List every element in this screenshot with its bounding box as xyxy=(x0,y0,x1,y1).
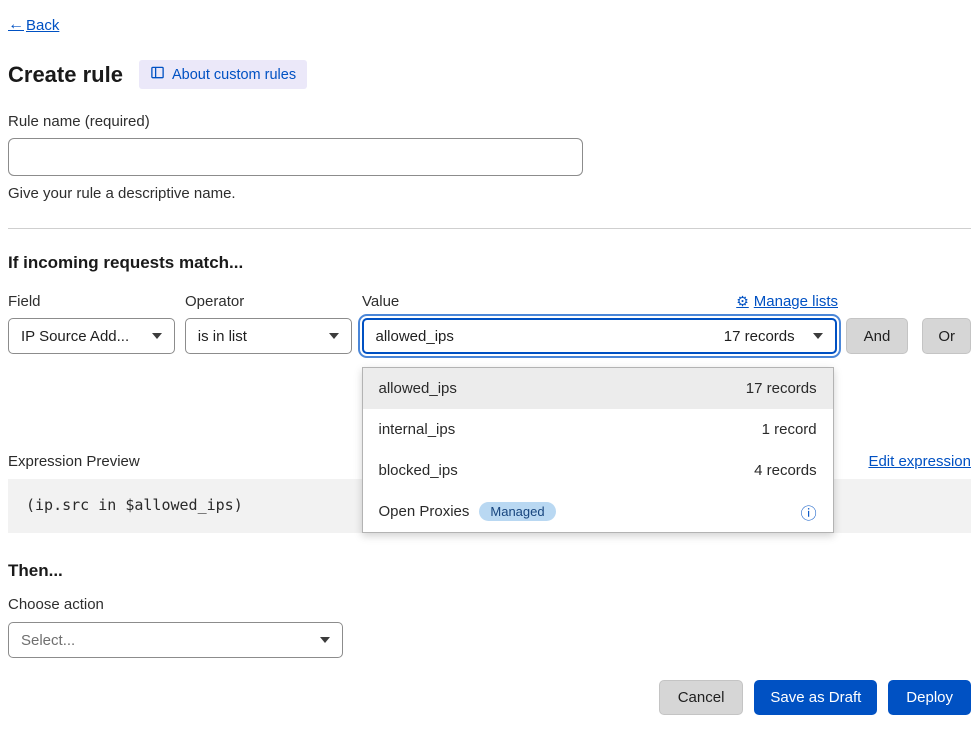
chevron-down-icon xyxy=(329,333,339,339)
operator-label: Operator xyxy=(185,293,352,310)
field-select-value: IP Source Add... xyxy=(21,328,129,345)
list-option-meta: 1 record xyxy=(762,421,817,438)
create-rule-page: ←Back Create rule About custom rules Rul… xyxy=(0,0,979,739)
match-labels-row: Field Operator Value ⚙ Manage lists xyxy=(8,293,971,310)
list-option-name: Open Proxies xyxy=(379,503,470,520)
list-option-meta: 4 records xyxy=(754,462,817,479)
match-section-heading: If incoming requests match... xyxy=(8,253,971,273)
list-option-open-proxies[interactable]: Open Proxies Managed ⓘ xyxy=(363,491,833,532)
value-select[interactable]: allowed_ips 17 records xyxy=(362,318,837,354)
rule-name-label: Rule name (required) xyxy=(8,113,971,130)
back-link[interactable]: ←Back xyxy=(8,16,59,34)
manage-lists-label: Manage lists xyxy=(754,293,838,310)
page-title: Create rule xyxy=(8,62,123,88)
list-option-name: allowed_ips xyxy=(379,380,457,397)
value-select-wrapper: allowed_ips 17 records allowed_ips 17 re… xyxy=(362,318,837,354)
chevron-down-icon xyxy=(320,637,330,643)
value-dropdown-menu: allowed_ips 17 records internal_ips 1 re… xyxy=(362,367,834,533)
deploy-button[interactable]: Deploy xyxy=(888,680,971,715)
about-link-label: About custom rules xyxy=(172,67,296,83)
value-select-meta: 17 records xyxy=(724,328,795,345)
or-button[interactable]: Or xyxy=(922,318,971,354)
choose-action-label: Choose action xyxy=(8,596,971,613)
field-label: Field xyxy=(8,293,175,310)
info-icon[interactable]: ⓘ xyxy=(801,500,817,524)
chevron-down-icon xyxy=(152,333,162,339)
list-option-name: blocked_ips xyxy=(379,462,458,479)
then-section-heading: Then... xyxy=(8,561,971,581)
list-option-internal-ips[interactable]: internal_ips 1 record xyxy=(363,409,833,450)
action-select-placeholder: Select... xyxy=(21,632,75,649)
list-option-meta: 17 records xyxy=(746,380,817,397)
book-icon xyxy=(150,65,165,84)
chevron-down-icon xyxy=(813,333,823,339)
footer-actions: Cancel Save as Draft Deploy xyxy=(8,680,971,715)
manage-lists-link[interactable]: ⚙ Manage lists xyxy=(736,293,838,310)
divider xyxy=(8,228,971,229)
gear-icon: ⚙ xyxy=(736,293,749,310)
expression-preview-label: Expression Preview xyxy=(8,453,140,470)
managed-badge: Managed xyxy=(479,502,555,521)
and-button[interactable]: And xyxy=(846,318,909,354)
field-select[interactable]: IP Source Add... xyxy=(8,318,175,354)
rule-name-helper: Give your rule a descriptive name. xyxy=(8,185,971,202)
operator-select-value: is in list xyxy=(198,328,247,345)
action-select[interactable]: Select... xyxy=(8,622,343,658)
edit-expression-link[interactable]: Edit expression xyxy=(868,453,971,470)
value-label: Value xyxy=(362,293,399,310)
match-controls-row: IP Source Add... is in list allowed_ips … xyxy=(8,318,971,354)
list-option-name: internal_ips xyxy=(379,421,456,438)
rule-name-group: Rule name (required) Give your rule a de… xyxy=(8,113,971,202)
list-option-allowed-ips[interactable]: allowed_ips 17 records xyxy=(363,368,833,409)
back-link-label: Back xyxy=(26,17,59,34)
value-select-value: allowed_ips xyxy=(376,328,454,345)
title-row: Create rule About custom rules xyxy=(8,60,971,89)
list-option-blocked-ips[interactable]: blocked_ips 4 records xyxy=(363,450,833,491)
operator-select[interactable]: is in list xyxy=(185,318,352,354)
rule-name-input[interactable] xyxy=(8,138,583,176)
cancel-button[interactable]: Cancel xyxy=(659,680,744,715)
save-as-draft-button[interactable]: Save as Draft xyxy=(754,680,877,715)
back-arrow-icon: ← xyxy=(8,16,24,34)
about-custom-rules-link[interactable]: About custom rules xyxy=(139,60,307,89)
